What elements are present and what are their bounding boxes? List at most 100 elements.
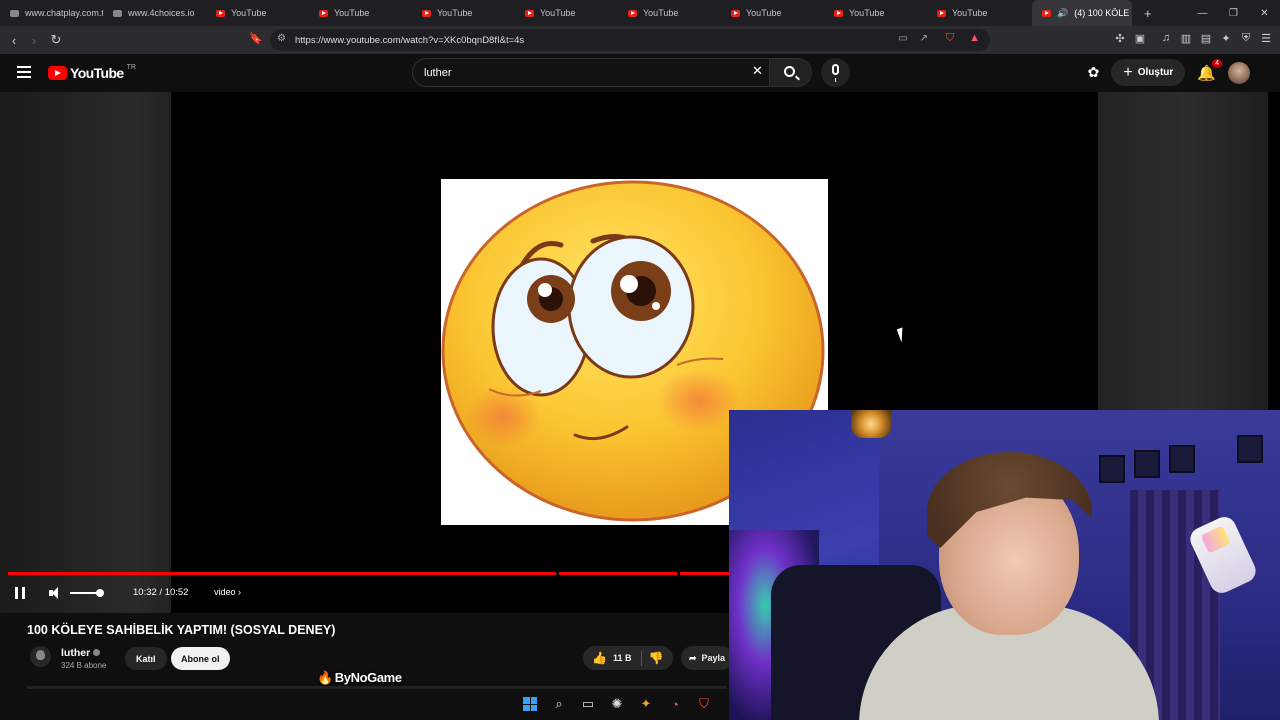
browser-app-icon[interactable]: ◔ bbox=[665, 694, 685, 714]
taskbar-search-icon[interactable]: ⌕ bbox=[549, 694, 569, 714]
account-avatar[interactable] bbox=[1228, 61, 1250, 84]
shields-icon[interactable]: ⛉ bbox=[946, 32, 954, 45]
music-icon[interactable]: ♫ bbox=[1160, 32, 1172, 45]
browser-tab[interactable]: YouTube bbox=[618, 0, 721, 26]
brave-icon[interactable]: ⛉ bbox=[694, 694, 714, 714]
rewards-icon[interactable]: ▲ bbox=[969, 32, 980, 44]
minimize-icon[interactable]: — bbox=[1187, 8, 1218, 19]
flame-icon: 🔥 bbox=[317, 670, 333, 685]
like-icon[interactable]: 👍 bbox=[592, 651, 607, 665]
chatgpt-icon[interactable]: ✺ bbox=[607, 694, 627, 714]
chapter-divider bbox=[677, 572, 680, 575]
mouse-cursor-icon bbox=[896, 327, 908, 343]
browser-tab[interactable]: YouTube bbox=[206, 0, 309, 26]
masthead-actions: ✿ + Oluştur 🔔 4 bbox=[1088, 58, 1250, 86]
sidebar-icon[interactable]: ▥ bbox=[1180, 32, 1192, 45]
browser-tab[interactable]: YouTube bbox=[515, 0, 618, 26]
site-info-icon[interactable]: ⚙ bbox=[277, 33, 286, 44]
vpn-icon[interactable]: ⛨ bbox=[1240, 32, 1252, 45]
chapter-button[interactable]: video › bbox=[214, 587, 241, 597]
youtube-icon bbox=[319, 9, 328, 17]
back-icon[interactable]: ‹ bbox=[4, 33, 24, 48]
browser-tab[interactable]: YouTube bbox=[721, 0, 824, 26]
browser-tab-active[interactable]: 🔊(4) 100 KÖLE✕ bbox=[1032, 0, 1132, 26]
voice-search-button[interactable] bbox=[821, 58, 850, 87]
horizontal-scrollbar[interactable] bbox=[27, 686, 727, 689]
notifications-bell-icon[interactable]: 🔔 4 bbox=[1197, 58, 1222, 82]
new-tab-button[interactable]: + bbox=[1144, 6, 1152, 21]
hamburger-menu-icon[interactable] bbox=[17, 66, 31, 78]
clear-search-icon[interactable]: ✕ bbox=[752, 63, 763, 79]
channel-name[interactable]: luther bbox=[61, 647, 101, 659]
plus-icon: + bbox=[1123, 63, 1133, 81]
browser-tab[interactable]: YouTube bbox=[927, 0, 1030, 26]
search-input[interactable]: luther bbox=[412, 58, 770, 87]
youtube-logo[interactable]: YouTube TR bbox=[48, 64, 136, 81]
microphone-icon bbox=[832, 64, 839, 82]
like-divider bbox=[641, 650, 643, 666]
screenshot-icon[interactable]: ▣ bbox=[1134, 32, 1146, 45]
task-view-icon[interactable]: ▭ bbox=[578, 694, 598, 714]
like-dislike-group: 👍 11 B 👎 bbox=[583, 646, 673, 670]
search-button[interactable] bbox=[770, 58, 812, 87]
browser-tab[interactable]: YouTube bbox=[309, 0, 412, 26]
forward-icon[interactable]: › bbox=[24, 33, 44, 48]
browser-tab[interactable]: YouTube bbox=[412, 0, 515, 26]
chevron-right-icon: › bbox=[238, 587, 242, 597]
volume-knob[interactable] bbox=[96, 589, 104, 597]
restore-icon[interactable]: ❐ bbox=[1218, 8, 1249, 19]
subscriber-count: 324 B abone bbox=[61, 661, 107, 670]
like-count[interactable]: 11 B bbox=[613, 653, 632, 663]
bookmark-icon[interactable]: 🔖 bbox=[249, 32, 263, 45]
cast-icon[interactable]: ▭ bbox=[899, 33, 908, 44]
screen: www.chatplay.com.tr www.4choices.io YouT… bbox=[0, 0, 1280, 720]
webcam-lamp bbox=[851, 410, 891, 438]
address-bar[interactable]: ⚙ https://www.youtube.com/watch?v=XKc0bq… bbox=[270, 29, 990, 51]
extensions-area: ✣ ▣ ♫ ▥ ▤ ✦ ⛨ ☰ bbox=[1114, 32, 1272, 45]
join-button[interactable]: Katıl bbox=[125, 647, 167, 670]
subscribe-button[interactable]: Abone ol bbox=[171, 647, 230, 670]
youtube-icon bbox=[1042, 9, 1051, 17]
browser-tab[interactable]: YouTube bbox=[824, 0, 927, 26]
leo-icon[interactable]: ✦ bbox=[1220, 32, 1232, 45]
youtube-icon bbox=[525, 9, 534, 17]
share-icon: ➦ bbox=[689, 652, 697, 663]
stream-watermark: 🔥 ByNoGame bbox=[317, 670, 402, 685]
browser-tab[interactable]: www.chatplay.com.tr bbox=[0, 0, 103, 26]
globe-icon bbox=[10, 9, 19, 17]
browser-tab[interactable]: www.4choices.io bbox=[103, 0, 206, 26]
browser-toolbar: ‹ › ↻ 🔖 ⚙ https://www.youtube.com/watch?… bbox=[0, 26, 1280, 54]
webcam-overlay bbox=[729, 410, 1280, 720]
youtube-play-icon bbox=[48, 66, 67, 80]
dislike-icon[interactable]: 👎 bbox=[648, 651, 663, 665]
taskbar: ⌕ ▭ ✺ ✦ ◔ ⛉ bbox=[520, 691, 714, 717]
wallet-icon[interactable]: ▤ bbox=[1200, 32, 1212, 45]
video-title: 100 KÖLEYE SAHİBELİK YAPTIM! (SOSYAL DEN… bbox=[27, 623, 336, 637]
wall-frame bbox=[1134, 450, 1160, 478]
wall-frame bbox=[1099, 455, 1125, 483]
window-controls: — ❐ ✕ bbox=[1187, 0, 1280, 26]
create-button[interactable]: + Oluştur bbox=[1111, 59, 1186, 86]
youtube-masthead: YouTube TR luther ✕ ✿ + Oluştur 🔔 4 bbox=[0, 54, 1280, 92]
reload-icon[interactable]: ↻ bbox=[46, 32, 66, 48]
browser-tab-strip: www.chatplay.com.tr www.4choices.io YouT… bbox=[0, 0, 1280, 26]
windows-start-icon[interactable] bbox=[520, 694, 540, 714]
channel-avatar[interactable] bbox=[30, 646, 51, 667]
app-icon[interactable]: ✦ bbox=[636, 694, 656, 714]
verified-icon bbox=[93, 649, 101, 656]
share-button[interactable]: ➦ Payla bbox=[681, 646, 734, 670]
wall-frame bbox=[1237, 435, 1263, 463]
browser-menu-icon[interactable]: ☰ bbox=[1260, 32, 1272, 45]
wall-frame bbox=[1169, 445, 1195, 473]
extensions-icon[interactable]: ✣ bbox=[1114, 32, 1126, 45]
extension-gear-icon[interactable]: ✿ bbox=[1088, 64, 1100, 81]
youtube-icon bbox=[422, 9, 431, 17]
share-page-icon[interactable]: ↗ bbox=[920, 33, 928, 44]
time-display: 10:32 / 10:52 bbox=[133, 587, 189, 598]
youtube-icon bbox=[216, 9, 225, 17]
search-icon bbox=[784, 66, 795, 77]
volume-icon[interactable] bbox=[49, 586, 63, 600]
progress-fill bbox=[8, 572, 740, 575]
close-window-icon[interactable]: ✕ bbox=[1249, 8, 1280, 19]
pause-icon[interactable] bbox=[15, 587, 25, 599]
